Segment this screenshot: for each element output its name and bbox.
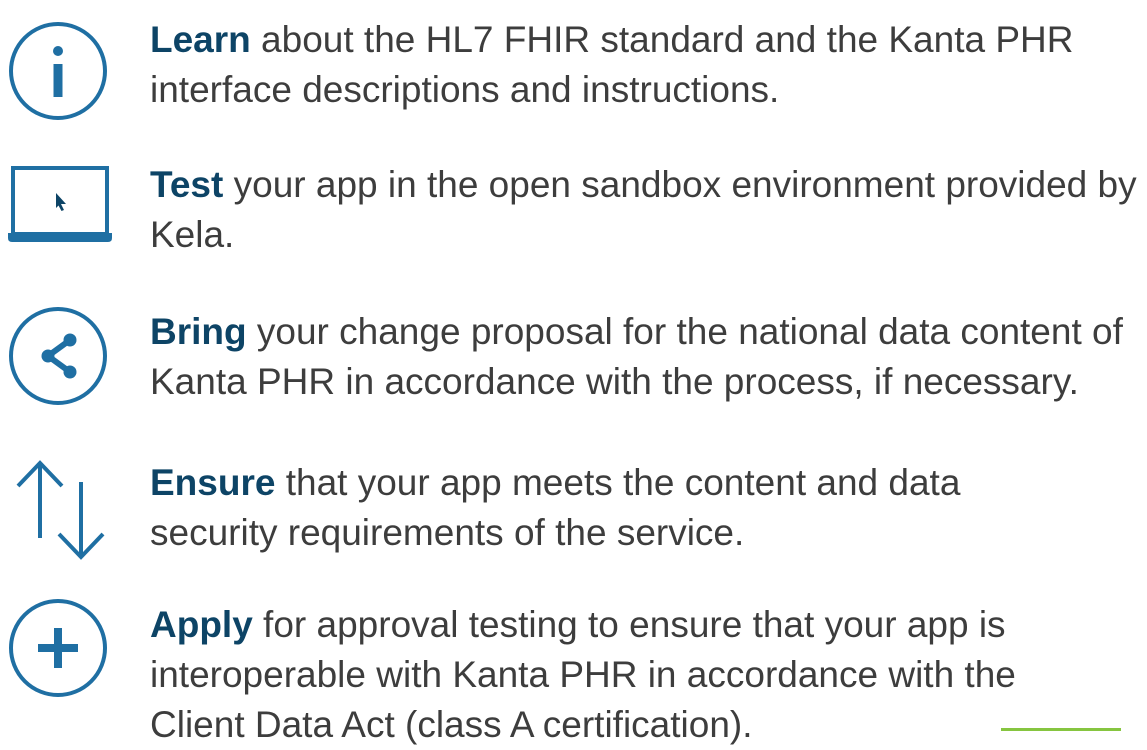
step-keyword: Ensure xyxy=(150,462,276,503)
step-description: your app in the open sandbox environment… xyxy=(150,164,1137,255)
share-icon xyxy=(8,306,108,406)
laptop-cursor-icon xyxy=(6,165,114,245)
step-apply-text: Apply for approval testing to ensure tha… xyxy=(150,600,1037,750)
step-description: your change proposal for the national da… xyxy=(150,311,1123,402)
info-icon xyxy=(8,21,108,121)
step-keyword: Apply xyxy=(150,604,253,645)
step-keyword: Learn xyxy=(150,19,251,60)
step-ensure-text: Ensure that your app meets the content a… xyxy=(150,458,977,558)
plus-circle-icon xyxy=(8,598,108,698)
step-keyword: Bring xyxy=(150,311,247,352)
step-test-text: Test your app in the open sandbox enviro… xyxy=(150,160,1143,260)
step-description: about the HL7 FHIR standard and the Kant… xyxy=(150,19,1074,110)
step-description: for approval testing to ensure that your… xyxy=(150,604,1016,745)
up-down-arrows-icon xyxy=(10,458,110,562)
step-bring-text: Bring your change proposal for the natio… xyxy=(150,307,1143,407)
step-keyword: Test xyxy=(150,164,224,205)
step-learn-text: Learn about the HL7 FHIR standard and th… xyxy=(150,15,1143,115)
